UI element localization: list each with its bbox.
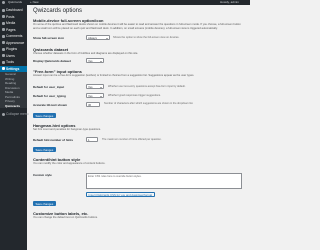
select-feedback-1[interactable]: Yes xyxy=(86,84,104,89)
pin-icon xyxy=(2,15,5,18)
select-display-dataset[interactable]: Yes xyxy=(86,58,104,63)
sidebar-subitem-label: Qwizcards xyxy=(5,103,21,108)
sidebar-item-label: Dashboard xyxy=(6,8,23,12)
sidebar-item-posts[interactable]: Posts xyxy=(0,14,27,20)
save-feedback-button[interactable]: Save changes xyxy=(33,113,56,118)
sidebar-item-label: Settings xyxy=(6,66,20,71)
page-title: Qwizcards options xyxy=(33,8,83,14)
settings-icon xyxy=(2,67,5,70)
sidebar-item-label: Posts xyxy=(6,14,15,19)
save-hangman-button[interactable]: Save changes xyxy=(33,147,56,152)
media-icon xyxy=(2,21,5,25)
sidebar-item-settings[interactable]: Settings xyxy=(0,65,27,72)
wordpress-logo-icon[interactable] xyxy=(2,1,5,4)
label-feedback-1: Default for user_input xyxy=(33,85,65,89)
label-feedback-3: Accurate tilt-text shown xyxy=(33,103,68,107)
desc-show-fullscreen-icon: Shows the option to show the full-screen… xyxy=(113,36,180,39)
insert-css-button[interactable]: Insert Qwizcards CSS for you and downloa… xyxy=(86,192,155,197)
page-icon xyxy=(2,28,5,31)
label-hangman-hints: Default hint number of hints xyxy=(33,138,73,142)
sidebar-item-label: Comments xyxy=(6,34,23,38)
sidebar-item-dashboard[interactable]: Dashboard xyxy=(0,7,27,13)
input-hangman-hints[interactable]: 1 xyxy=(86,137,98,142)
section-text-mobile: On some of the quizzes and flashcard dec… xyxy=(33,23,241,30)
collapse-menu-label: Collapse menu xyxy=(6,112,29,116)
sidebar-item-label: Users xyxy=(6,53,15,58)
sidebar-item-tools[interactable]: Tools xyxy=(0,59,27,65)
sidebar-subitem[interactable]: Qwizcards xyxy=(0,103,27,108)
main-content: Qwizcards options Mobile-device full-scr… xyxy=(30,5,246,250)
sidebar-item-plugins[interactable]: Plugins xyxy=(0,46,27,52)
brush-icon xyxy=(2,41,5,44)
sidebar-item-label: Tools xyxy=(6,60,14,64)
sidebar-item-appearance[interactable]: Appearance xyxy=(0,40,27,46)
sidebar-item-pages[interactable]: Pages xyxy=(0,27,27,33)
desc-feedback-2: Whether typed responses trigger suggesti… xyxy=(108,94,161,97)
wrench-icon xyxy=(2,60,5,64)
label-display-dataset: Display Qwizcards dataset xyxy=(33,59,71,63)
section-text-dataset: Choose whether datasets in the form of b… xyxy=(33,52,139,55)
sidebar-item-users[interactable]: Users xyxy=(0,53,27,59)
collapse-icon xyxy=(2,112,5,116)
select-show-fullscreen-icon[interactable]: Always xyxy=(86,35,110,40)
section-text-content: You can modify the color and appearance … xyxy=(33,162,106,165)
sidebar-item-label: Pages xyxy=(6,27,16,32)
select-feedback-2[interactable]: Yes xyxy=(86,93,104,98)
sidebar-item-media[interactable]: Media xyxy=(0,20,27,26)
comment-icon xyxy=(2,34,5,38)
custom-style-textarea[interactable]: Enter CSS rules here to override button … xyxy=(86,173,242,189)
dashboard-icon xyxy=(2,8,5,12)
section-text-labels: You can change the default text on Qwizc… xyxy=(33,216,98,219)
input-feedback-3[interactable]: 30 xyxy=(86,102,100,107)
desc-hangman-hints: The maximum number of hints offered per … xyxy=(102,138,162,141)
label-show-fullscreen-icon: Show full-screen icon xyxy=(33,36,65,40)
collapse-menu-button[interactable]: Collapse menu xyxy=(0,111,29,117)
sidebar-item-comments[interactable]: Comments xyxy=(0,33,27,39)
user-icon xyxy=(2,54,5,57)
sidebar-item-label: Media xyxy=(6,21,16,25)
sidebar-item-label: Appearance xyxy=(6,40,25,45)
save-content-button[interactable]: Save changes xyxy=(33,201,56,206)
desc-feedback-1: Whether user text-entry questions accept… xyxy=(108,85,186,88)
section-text-feedback: Answer input can be a free-form suggesti… xyxy=(33,74,195,77)
section-text-hangman: Set hint count and penalties for hangman… xyxy=(33,128,101,131)
admin-sidebar: Dashboard Posts Media Pages Comments Appearan… xyxy=(0,5,29,250)
label-custom-style: Custom style xyxy=(33,173,52,177)
sidebar-item-label: Plugins xyxy=(6,47,18,51)
desc-feedback-3: Number of characters after which suggest… xyxy=(104,102,194,105)
plugin-icon xyxy=(2,47,5,51)
label-feedback-2: Default for user_typing xyxy=(33,94,66,98)
